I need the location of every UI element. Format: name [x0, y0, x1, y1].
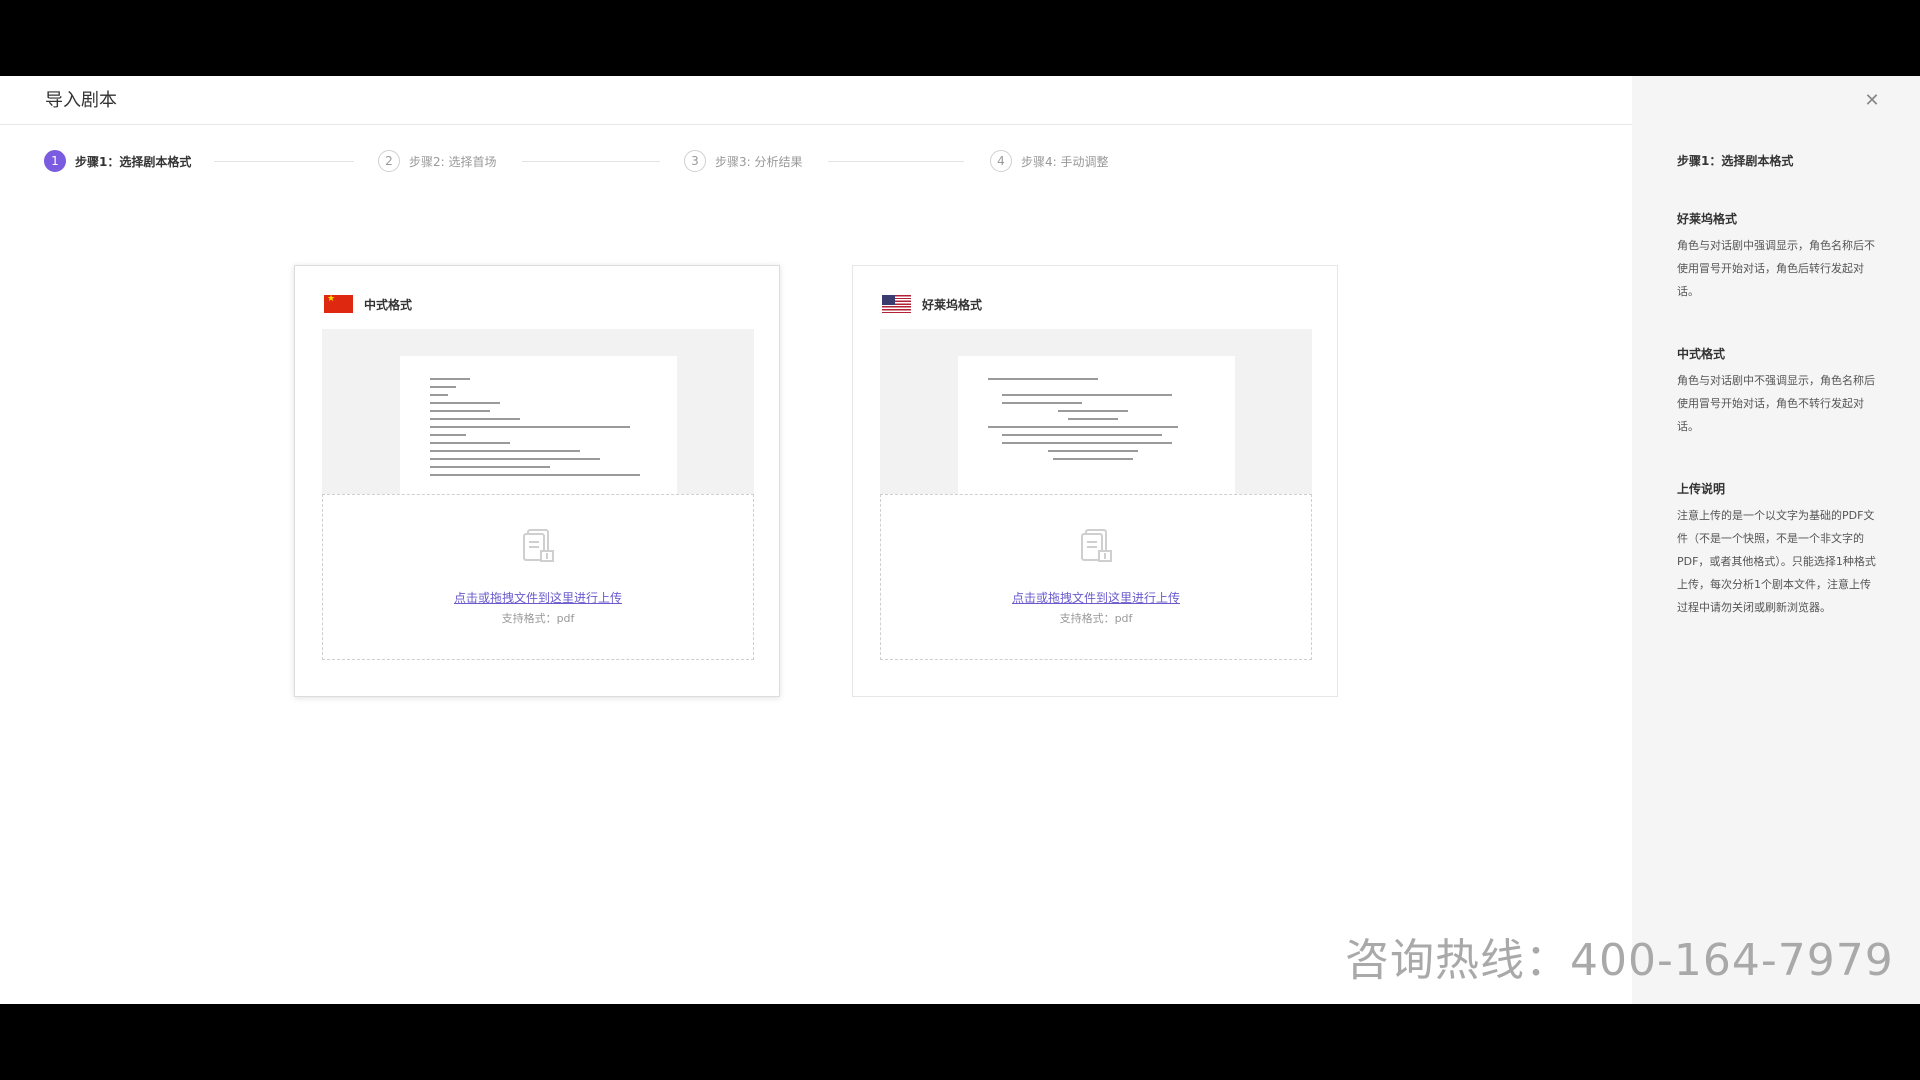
- step-connector: [828, 161, 964, 162]
- dialog-header: 导入剧本: [0, 76, 1632, 125]
- upload-dropzone[interactable]: 点击或拖拽文件到这里进行上传 支持格式：pdf: [322, 494, 754, 660]
- upload-format-hint: 支持格式：pdf: [1059, 612, 1133, 625]
- document-upload-icon: [1081, 529, 1112, 562]
- step-4-label: 步骤4: 手动调整: [1021, 154, 1109, 169]
- step-3-number: 3: [684, 150, 706, 172]
- sidebar-section-upload-notes: 上传说明 注意上传的是一个以文字为基础的PDF文件（不是一个快照，不是一个非文字…: [1677, 480, 1877, 619]
- sidebar-section-heading: 中式格式: [1677, 347, 1726, 361]
- step-2[interactable]: 2 步骤2: 选择首场: [378, 149, 497, 173]
- step-1-label: 步骤1：选择剧本格式: [75, 154, 192, 169]
- help-sidebar: ✕ 步骤1：选择剧本格式 好莱坞格式 角色与对话剧中强调显示，角色名称后不使用冒…: [1632, 76, 1920, 1004]
- hotline-watermark: 咨询热线：400-164-7979: [1345, 935, 1894, 986]
- upload-format-hint: 支持格式：pdf: [501, 612, 575, 625]
- upload-dropzone[interactable]: 点击或拖拽文件到这里进行上传 支持格式：pdf: [880, 494, 1312, 660]
- dialog-title: 导入剧本: [45, 90, 117, 111]
- hollywood-format-card[interactable]: 好莱坞格式 点击或拖拽文件到这里进行上传 支持格式：pdf: [852, 265, 1338, 697]
- steps-bar: 1 步骤1：选择剧本格式 2 步骤2: 选择首场 3 步骤3: 分析结果 4 步…: [44, 149, 1144, 173]
- script-sample-page: [400, 356, 677, 494]
- upload-link[interactable]: 点击或拖拽文件到这里进行上传: [881, 589, 1311, 606]
- step-1-number: 1: [44, 150, 66, 172]
- step-4-number: 4: [990, 150, 1012, 172]
- card-header: 中式格式: [324, 294, 412, 314]
- sidebar-section-text: 角色与对话剧中强调显示，角色名称后不使用冒号开始对话，角色后转行发起对话。: [1677, 239, 1875, 298]
- document-upload-icon: [523, 529, 554, 562]
- sidebar-section-text: 角色与对话剧中不强调显示，角色名称后使用冒号开始对话，角色不转行发起对话。: [1677, 374, 1875, 433]
- script-sample-page: [958, 356, 1235, 494]
- step-3-label: 步骤3: 分析结果: [715, 154, 803, 169]
- upload-link[interactable]: 点击或拖拽文件到这里进行上传: [323, 589, 753, 606]
- card-title: 中式格式: [364, 297, 413, 312]
- import-script-dialog: 导入剧本 1 步骤1：选择剧本格式 2 步骤2: 选择首场 3 步骤3: 分析结…: [0, 76, 1920, 1004]
- step-2-number: 2: [378, 150, 400, 172]
- card-header: 好莱坞格式: [882, 294, 982, 314]
- letterbox-top: [0, 0, 1920, 76]
- sidebar-section-text: 注意上传的是一个以文字为基础的PDF文件（不是一个快照，不是一个非文字的PDF，…: [1677, 509, 1876, 614]
- usa-flag-icon: [882, 295, 911, 313]
- sidebar-section-heading: 好莱坞格式: [1677, 212, 1738, 226]
- close-icon[interactable]: ✕: [1860, 88, 1884, 112]
- step-connector: [214, 161, 354, 162]
- sidebar-section-heading: 上传说明: [1677, 482, 1726, 496]
- format-preview: [880, 329, 1312, 494]
- step-connector: [522, 161, 660, 162]
- format-preview: [322, 329, 754, 494]
- card-title: 好莱坞格式: [922, 297, 983, 312]
- step-4[interactable]: 4 步骤4: 手动调整: [990, 149, 1109, 173]
- sidebar-section-chinese: 中式格式 角色与对话剧中不强调显示，角色名称后使用冒号开始对话，角色不转行发起对…: [1677, 345, 1877, 438]
- sidebar-step-title: 步骤1：选择剧本格式: [1677, 154, 1794, 168]
- step-2-label: 步骤2: 选择首场: [409, 154, 497, 169]
- dialog-main: 导入剧本 1 步骤1：选择剧本格式 2 步骤2: 选择首场 3 步骤3: 分析结…: [0, 76, 1632, 1004]
- step-1[interactable]: 1 步骤1：选择剧本格式: [44, 149, 191, 173]
- china-flag-icon: [324, 295, 353, 313]
- step-3[interactable]: 3 步骤3: 分析结果: [684, 149, 803, 173]
- chinese-format-card[interactable]: 中式格式: [294, 265, 780, 697]
- letterbox-bottom: [0, 1004, 1920, 1080]
- sidebar-section-hollywood: 好莱坞格式 角色与对话剧中强调显示，角色名称后不使用冒号开始对话，角色后转行发起…: [1677, 210, 1877, 303]
